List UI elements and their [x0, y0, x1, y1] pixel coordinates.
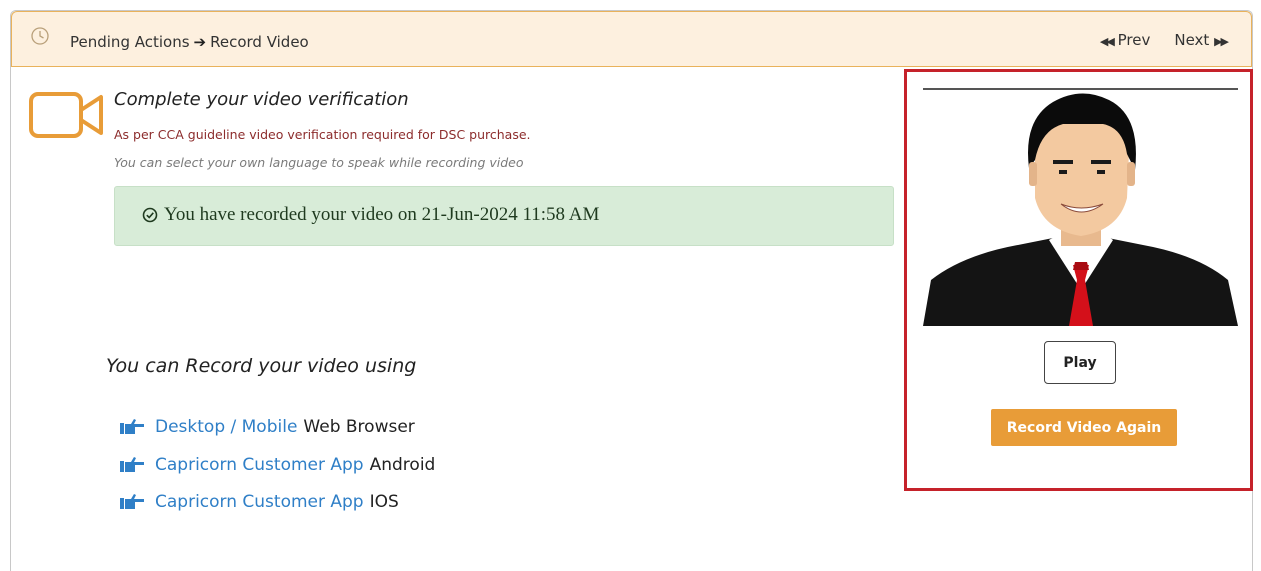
double-chevron-left-icon: ◀◀: [1099, 35, 1115, 48]
breadcrumb-root[interactable]: Pending Actions: [70, 33, 190, 51]
breadcrumb: Pending Actions ➔ Record Video: [70, 33, 309, 51]
next-label: Next: [1174, 31, 1210, 49]
person-thumbnail: [923, 90, 1238, 326]
prev-label: Prev: [1117, 31, 1151, 49]
record-options-heading: You can Record your video using: [106, 355, 417, 377]
pending-clock-icon: [31, 27, 49, 45]
verification-title: Complete your video verification: [114, 89, 409, 110]
page-header: Pending Actions ➔ Record Video ◀◀ Prev N…: [11, 11, 1252, 67]
pointing-hand-icon: [120, 457, 144, 472]
next-button[interactable]: Next ▶▶: [1174, 31, 1229, 49]
breadcrumb-current: Record Video: [210, 33, 309, 51]
pointing-hand-icon: [120, 419, 144, 434]
option-android-app: Capricorn Customer App Android: [119, 455, 435, 475]
ios-app-link[interactable]: Capricorn Customer App: [155, 492, 364, 512]
option-web-browser: Desktop / Mobile Web Browser: [119, 417, 415, 437]
option-suffix: IOS: [369, 492, 399, 512]
video-panel: Play Record Video Again: [904, 69, 1253, 491]
record-video-again-button[interactable]: Record Video Again: [991, 409, 1177, 446]
option-suffix: Android: [369, 455, 436, 475]
check-circle-icon: [142, 207, 158, 223]
guideline-text: As per CCA guideline video verification …: [114, 127, 531, 142]
arrow-right-icon: ➔: [193, 33, 207, 51]
success-alert: You have recorded your video on 21-Jun-2…: [114, 186, 894, 246]
recorded-message: You have recorded your video on 21-Jun-2…: [164, 204, 600, 225]
language-note: You can select your own language to spea…: [114, 155, 524, 170]
android-app-link[interactable]: Capricorn Customer App: [155, 455, 364, 475]
prev-button[interactable]: ◀◀ Prev: [1100, 31, 1150, 49]
video-camera-icon: [29, 92, 103, 138]
play-button[interactable]: Play: [1044, 341, 1116, 384]
page-frame: Pending Actions ➔ Record Video ◀◀ Prev N…: [10, 10, 1253, 571]
pointing-hand-icon: [120, 494, 144, 509]
double-chevron-right-icon: ▶▶: [1214, 35, 1229, 48]
option-suffix: Web Browser: [303, 417, 415, 437]
option-ios-app: Capricorn Customer App IOS: [119, 492, 399, 512]
video-preview[interactable]: [923, 88, 1238, 326]
pager: ◀◀ Prev Next ▶▶: [1100, 31, 1229, 49]
desktop-mobile-link[interactable]: Desktop / Mobile: [155, 417, 297, 437]
